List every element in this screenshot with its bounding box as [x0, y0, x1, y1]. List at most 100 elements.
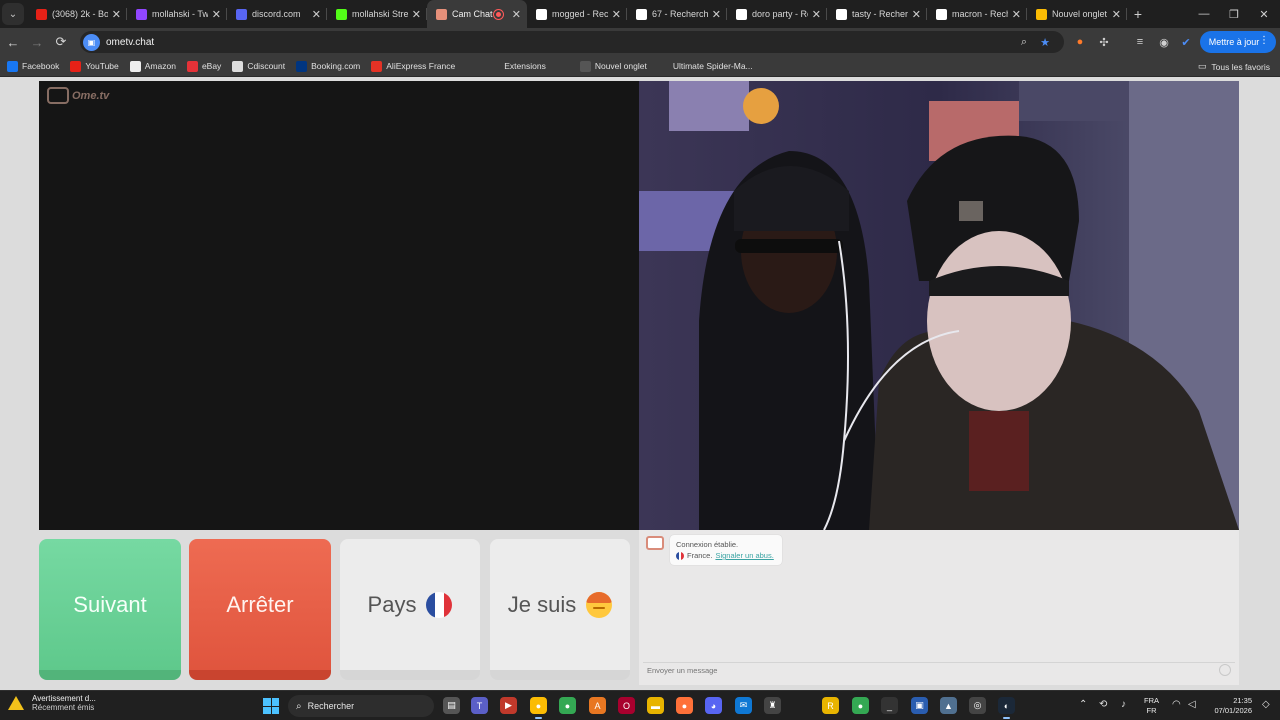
tab-search-button[interactable]: ⌄: [2, 3, 24, 25]
reload-button[interactable]: ⟳: [51, 32, 71, 52]
taskbar-search[interactable]: ⌕ Rechercher: [288, 695, 434, 717]
browser-tab[interactable]: Cam Chat ✕: [427, 0, 527, 28]
file-explorer-icon[interactable]: ▬: [647, 697, 664, 714]
taskbar-clock[interactable]: 21:35 07/01/2026: [1206, 696, 1252, 716]
media-player-icon[interactable]: ▶: [500, 697, 517, 714]
close-tab-icon[interactable]: ✕: [112, 8, 121, 21]
bookmark-item[interactable]: Extensions: [489, 60, 546, 72]
steam-icon[interactable]: ◐: [998, 697, 1015, 719]
bookmark-item[interactable]: Ultimate Spider-Ma...: [657, 60, 753, 72]
photos-icon[interactable]: ▲: [940, 697, 957, 714]
forward-button[interactable]: →: [27, 32, 47, 52]
tray-mic-icon[interactable]: ♪: [1121, 699, 1126, 710]
browser-tab[interactable]: mollahski Strea ✕: [327, 0, 427, 28]
tray-sync-icon[interactable]: ⟲: [1099, 699, 1107, 710]
mail-icon[interactable]: ✉: [735, 697, 752, 714]
app-a-icon[interactable]: A: [589, 697, 606, 714]
youtube-icon: [36, 8, 47, 20]
terminal-icon[interactable]: _: [881, 697, 898, 714]
bookmark-item[interactable]: AliExpress France: [371, 60, 455, 72]
close-tab-icon[interactable]: ✕: [312, 8, 321, 21]
stop-button[interactable]: Arrêter: [189, 539, 331, 680]
close-tab-icon[interactable]: ✕: [512, 8, 521, 21]
discord-icon[interactable]: ◕: [705, 697, 722, 714]
close-tab-icon[interactable]: ✕: [412, 8, 421, 21]
zoom-search-icon[interactable]: ⌕: [1016, 34, 1032, 50]
media-control-icon[interactable]: ≡: [1132, 34, 1148, 50]
browser-tab[interactable]: mollahski - Twi ✕: [127, 0, 227, 28]
update-browser-button[interactable]: Mettre à jour ⋮: [1200, 31, 1276, 53]
extension-icon[interactable]: ●: [1072, 34, 1088, 50]
tray-chevron-up-icon[interactable]: ⌃: [1079, 699, 1087, 710]
browser-tab[interactable]: Nouvel onglet ✕: [1027, 0, 1127, 28]
close-tab-icon[interactable]: ✕: [612, 8, 621, 21]
browser-toolbar: ← → ⟳ ▣ ometv.chat ⌕ ★ ● ✣ ≡ ◉ ✔: [0, 28, 1280, 56]
bookmark-item[interactable]: Nouvel onglet: [579, 60, 647, 72]
tab-strip: ⌄ (3068) 2k - Bo ✕ mollahski - Twi ✕ discord…: [0, 0, 1280, 28]
rockstar-icon[interactable]: R: [822, 697, 839, 714]
address-bar[interactable]: ▣ ometv.chat ⌕ ★: [80, 31, 1064, 53]
logo-text: Ome.tv: [72, 89, 110, 102]
bookmark-item[interactable]: [556, 60, 572, 72]
next-button[interactable]: Suivant: [39, 539, 181, 680]
close-tab-icon[interactable]: ✕: [712, 8, 721, 21]
wifi-icon[interactable]: ◠: [1172, 699, 1181, 710]
browser-tab[interactable]: 67 - Recherche ✕: [627, 0, 727, 28]
firefox-icon[interactable]: ●: [676, 697, 693, 714]
browser-tab[interactable]: (3068) 2k - Bo ✕: [27, 0, 127, 28]
bookmark-star-icon[interactable]: ★: [1037, 34, 1053, 50]
notification-bell-icon[interactable]: ◇: [1262, 699, 1270, 710]
france-flag-icon: [426, 591, 453, 618]
site-info-icon[interactable]: ▣: [83, 33, 100, 51]
close-tab-icon[interactable]: ✕: [812, 8, 821, 21]
bookmark-item[interactable]: eBay: [186, 60, 221, 72]
opera-icon[interactable]: O: [618, 697, 635, 714]
bookmark-item[interactable]: Facebook: [7, 60, 59, 72]
chat-message-input[interactable]: [643, 662, 1235, 678]
close-tab-icon[interactable]: ✕: [1012, 8, 1021, 21]
notification-widget[interactable]: Avertissement d... Récemment émis: [8, 694, 96, 712]
app-icon[interactable]: ♜: [764, 697, 781, 714]
chrome-taskbar-icon[interactable]: ●: [530, 697, 547, 719]
bookmark-item[interactable]: [466, 60, 481, 72]
report-abuse-link[interactable]: Signaler un abus.: [715, 550, 773, 561]
bookmark-item[interactable]: Cdiscount: [232, 60, 285, 72]
back-button[interactable]: ←: [3, 32, 23, 52]
browser-tab[interactable]: tasty - Recherc ✕: [827, 0, 927, 28]
emoji-icon[interactable]: [1219, 664, 1231, 676]
task-view-icon[interactable]: ▤: [443, 697, 460, 714]
browser-tab[interactable]: discord.com ✕: [227, 0, 327, 28]
language-indicator[interactable]: FRA FR: [1144, 696, 1159, 716]
start-button[interactable]: [263, 698, 279, 714]
app-blue-icon[interactable]: ▣: [911, 697, 928, 714]
close-tab-icon[interactable]: ✕: [212, 8, 221, 21]
country-button[interactable]: Pays: [340, 539, 480, 680]
browser-tab[interactable]: mogged - Rech ✕: [527, 0, 627, 28]
profile-icon[interactable]: ◉: [1156, 34, 1172, 50]
extensions-puzzle-icon[interactable]: ✣: [1096, 34, 1112, 50]
browser-tab[interactable]: macron - Rech ✕: [927, 0, 1027, 28]
obs-icon[interactable]: ◎: [969, 697, 986, 714]
page-icon: [579, 60, 591, 72]
browser-tab[interactable]: doro party - Re ✕: [727, 0, 827, 28]
chrome-profile-icon[interactable]: ●: [559, 697, 576, 714]
close-tab-icon[interactable]: ✕: [912, 8, 921, 21]
ebay-icon: [186, 60, 198, 72]
close-window-button[interactable]: ✕: [1248, 0, 1280, 28]
minimize-button[interactable]: —: [1188, 0, 1220, 28]
teams-icon[interactable]: T: [471, 697, 488, 714]
bookmark-item[interactable]: YouTube: [70, 60, 119, 72]
chat-panel: Connexion établie. France. Signaler un a…: [639, 530, 1239, 685]
chrome-alt-icon[interactable]: ●: [852, 697, 869, 714]
maximize-button[interactable]: ❐: [1218, 0, 1250, 28]
new-tab-button[interactable]: +: [1127, 6, 1149, 22]
close-tab-icon[interactable]: ✕: [1112, 8, 1121, 21]
volume-icon[interactable]: ◁: [1188, 699, 1196, 710]
all-bookmarks-button[interactable]: ▭ Tous les favoris: [1198, 56, 1270, 77]
folder-icon: ▭: [1197, 61, 1207, 71]
shield-check-icon[interactable]: ✔: [1178, 34, 1194, 50]
gender-button[interactable]: Je suis: [490, 539, 630, 680]
bookmark-item[interactable]: Amazon: [129, 60, 176, 72]
tab-title: (3068) 2k - Bo: [52, 9, 108, 19]
bookmark-item[interactable]: Booking.com: [296, 60, 360, 72]
